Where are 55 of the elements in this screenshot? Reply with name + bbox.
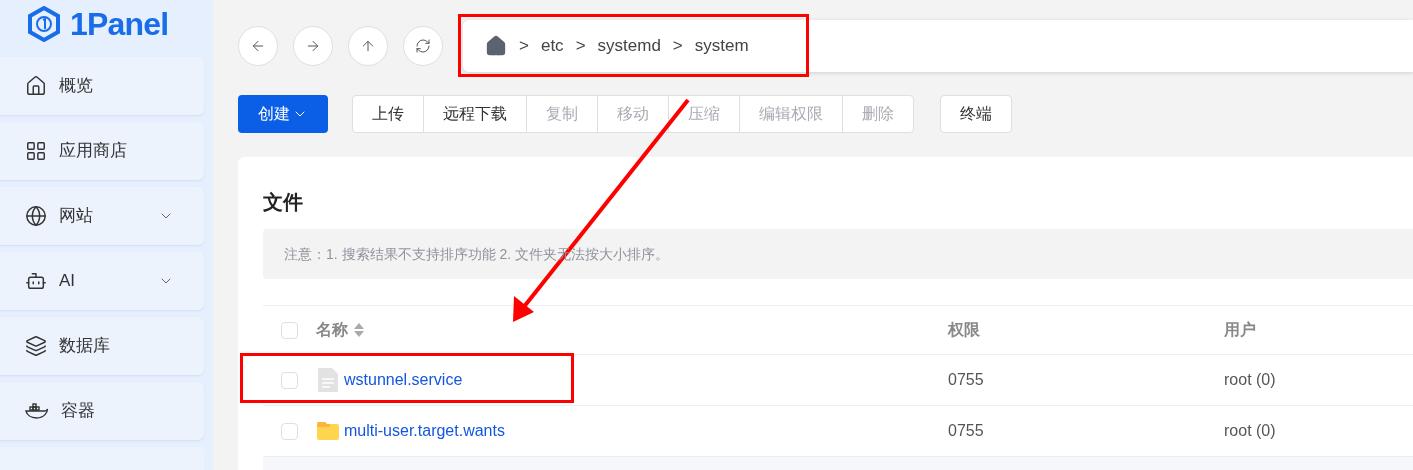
sidebar-item[interactable]: 网站 (0, 187, 204, 245)
table-cell: 0755 (948, 371, 984, 388)
table-cell: root (0) (1224, 422, 1276, 439)
back-button[interactable] (238, 26, 278, 66)
sidebar-label: 网站 (59, 205, 94, 228)
sidebar-item[interactable]: 容器 (0, 382, 204, 440)
logo-icon (26, 6, 62, 42)
path-separator: > (575, 35, 586, 58)
toolbar-button[interactable]: 终端 (940, 95, 1012, 133)
file-name-link[interactable]: wstunnel.service (344, 368, 463, 392)
globe-icon (25, 205, 47, 227)
back-icon (250, 38, 266, 54)
folder-icon (316, 421, 340, 441)
robot-icon (25, 270, 47, 292)
sidebar-label: AI (59, 270, 77, 293)
home-icon[interactable] (485, 35, 507, 57)
path-separator: > (519, 35, 529, 58)
column-header: 名称 (316, 320, 348, 340)
refresh-button[interactable] (403, 26, 443, 66)
create-button[interactable]: 创建 (238, 95, 328, 133)
toolbar-button[interactable]: 上传 (352, 95, 424, 133)
forward-button[interactable] (293, 26, 333, 66)
layers-icon (25, 335, 47, 357)
sidebar-item[interactable]: 应用商店 (0, 122, 204, 180)
sidebar-label: 应用商店 (59, 140, 128, 163)
forward-icon (305, 38, 321, 54)
sidebar-label: 数据库 (59, 335, 111, 358)
row-checkbox[interactable] (281, 371, 298, 389)
path-segment[interactable]: etc (540, 33, 564, 59)
file-name-link[interactable]: multi-user.target.wants (344, 419, 505, 443)
whale-icon (25, 402, 49, 420)
up-button[interactable] (348, 26, 388, 66)
home-icon (25, 75, 47, 97)
row-checkbox[interactable] (281, 422, 298, 440)
refresh-icon (415, 38, 431, 54)
sort-icon (354, 322, 364, 338)
document-icon (316, 367, 340, 393)
sidebar-item[interactable]: AI (0, 252, 204, 310)
column-header: 用户 (1224, 321, 1256, 338)
sidebar-item[interactable]: 数据库 (0, 317, 204, 375)
path-segment[interactable]: systemd (597, 33, 661, 59)
grid-icon (25, 140, 47, 162)
path-separator: > (672, 35, 683, 58)
column-header: 权限 (948, 321, 980, 338)
table-cell: 0755 (948, 422, 984, 439)
sidebar-item[interactable]: 概览 (0, 57, 204, 115)
table-cell: root (0) (1224, 371, 1276, 388)
sidebar-label: 概览 (59, 75, 94, 98)
panel-title: 文件 (263, 190, 304, 215)
logo-text: 1Panel (70, 5, 169, 44)
toolbar-button[interactable]: 远程下载 (423, 95, 527, 133)
path-segment[interactable]: system (694, 33, 749, 59)
select-all-checkbox[interactable] (281, 321, 298, 339)
sidebar-label: 容器 (61, 400, 96, 423)
path-bar[interactable]: > etc > systemd > system (463, 20, 1413, 72)
